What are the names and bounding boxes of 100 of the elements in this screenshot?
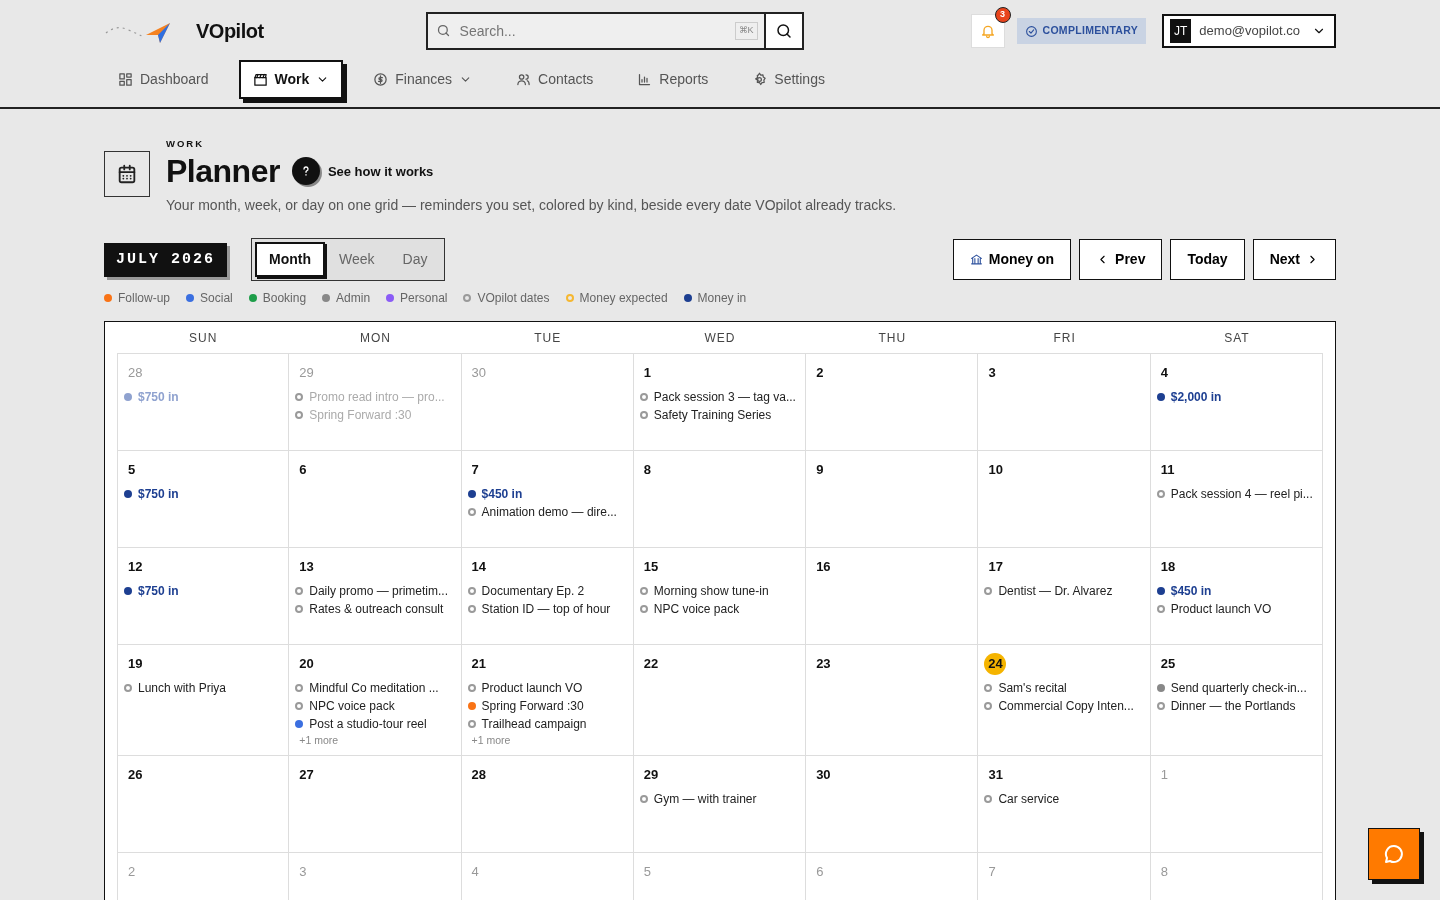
day-number: 5 bbox=[127, 461, 137, 480]
day-cell[interactable]: 4 $2,000 in bbox=[1150, 353, 1323, 451]
day-cell[interactable]: 24 Sam's recital Commercial Copy Inten... bbox=[978, 644, 1151, 755]
day-cell[interactable]: 3 bbox=[978, 353, 1151, 451]
event-item[interactable]: Pack session 4 — reel pi... bbox=[1156, 485, 1316, 504]
event-item[interactable]: Trailhead campaign bbox=[467, 715, 627, 734]
day-cell[interactable]: 6 bbox=[289, 450, 462, 548]
event-item[interactable]: Pack session 3 — tag va... bbox=[639, 388, 800, 407]
view-tab[interactable]: Month bbox=[255, 242, 325, 278]
calendar-button[interactable]: Money on bbox=[952, 239, 1072, 281]
nav-tab[interactable]: Settings bbox=[738, 60, 839, 99]
calendar-button[interactable]: Prev bbox=[1079, 239, 1163, 281]
day-cell[interactable]: 8 bbox=[633, 450, 807, 548]
section-label: WORK bbox=[166, 137, 206, 151]
day-cell[interactable]: 2 bbox=[806, 353, 979, 451]
event-item[interactable]: Commercial Copy Inten... bbox=[984, 697, 1144, 716]
day-cell[interactable]: 13 Daily promo — primetim... Rates & outreach consult bbox=[289, 547, 462, 645]
day-number: 29 bbox=[642, 766, 660, 784]
event-item[interactable]: Dentist — Dr. Alvarez bbox=[984, 582, 1144, 601]
event-item[interactable]: Gym — with trainer bbox=[639, 790, 800, 808]
day-number: 3 bbox=[298, 863, 308, 881]
calendar-button[interactable]: Next bbox=[1252, 239, 1336, 281]
month-label: JULY 2026 bbox=[104, 242, 227, 277]
day-cell[interactable]: 30 bbox=[806, 755, 979, 852]
day-number: 19 bbox=[127, 655, 144, 674]
day-cell[interactable]: 26 bbox=[117, 755, 290, 852]
day-cell[interactable]: 20 Mindful Co meditation ... NPC voice pack Post a studio-tour reel +1 more bbox=[289, 644, 462, 755]
event-item[interactable]: Safety Training Series bbox=[639, 406, 800, 425]
check-circle-icon bbox=[1024, 24, 1038, 38]
nav-tab[interactable]: Reports bbox=[623, 60, 723, 99]
event-item[interactable]: Spring Forward :30 bbox=[467, 697, 627, 716]
search-button[interactable] bbox=[765, 12, 804, 50]
day-cell[interactable]: 28 bbox=[461, 755, 634, 852]
event-item[interactable]: Animation demo — dire... bbox=[467, 503, 627, 522]
event-item[interactable]: Lunch with Priya bbox=[124, 679, 283, 698]
event-item[interactable]: $450 in bbox=[1156, 582, 1316, 601]
day-cell[interactable]: 23 bbox=[806, 644, 979, 755]
day-number: 3 bbox=[987, 364, 997, 383]
more-link[interactable]: +1 more bbox=[467, 733, 627, 749]
event-item[interactable]: Product launch VO bbox=[467, 679, 627, 698]
calendar-icon bbox=[116, 163, 138, 185]
logo-text[interactable]: VOpilot bbox=[196, 16, 264, 46]
event-item[interactable]: Sam's recital bbox=[984, 679, 1144, 698]
day-cell[interactable]: 18 $450 in Product launch VO bbox=[1150, 547, 1323, 645]
calendar-button[interactable]: Today bbox=[1170, 239, 1245, 281]
day-cell[interactable]: 10 bbox=[978, 450, 1151, 548]
day-cell[interactable]: 12 $750 in bbox=[117, 547, 290, 645]
event-item[interactable]: Station ID — top of hour bbox=[467, 600, 627, 619]
day-cell[interactable]: 21 Product launch VO Spring Forward :30 Trailhead campaign +1 more bbox=[461, 644, 634, 755]
day-cell[interactable]: 29 Gym — with trainer bbox=[633, 755, 807, 852]
event-item[interactable]: Documentary Ep. 2 bbox=[467, 582, 627, 601]
event-item[interactable]: Dinner — the Portlands bbox=[1156, 697, 1316, 716]
event-item[interactable]: Mindful Co meditation ... bbox=[295, 679, 455, 698]
event-item[interactable]: Morning show tune-in bbox=[639, 582, 800, 601]
day-cell[interactable]: 7 $450 in Animation demo — dire... bbox=[461, 450, 634, 548]
day-cell[interactable]: 22 bbox=[633, 644, 807, 755]
day-cell[interactable]: 15 Morning show tune-in NPC voice pack bbox=[633, 547, 807, 645]
event-item[interactable]: NPC voice pack bbox=[639, 600, 800, 619]
event-item[interactable]: Car service bbox=[984, 790, 1144, 808]
legend-label: Booking bbox=[262, 290, 307, 308]
event-item[interactable]: Rates & outreach consult bbox=[295, 600, 455, 619]
nav-tab[interactable]: Finances bbox=[359, 60, 487, 99]
nav-tab[interactable]: Contacts bbox=[502, 60, 608, 99]
weekday-label: SAT bbox=[1223, 330, 1251, 348]
day-number: 6 bbox=[815, 863, 825, 881]
day-cell[interactable]: 16 bbox=[806, 547, 979, 645]
help-link[interactable]: See how it works bbox=[327, 161, 434, 181]
day-cell[interactable]: 5 $750 in bbox=[117, 450, 290, 548]
more-link[interactable]: +1 more bbox=[295, 733, 455, 749]
view-tab[interactable]: Day bbox=[388, 242, 442, 278]
event-item[interactable]: $2,000 in bbox=[1156, 388, 1316, 407]
event-item[interactable]: Product launch VO bbox=[1156, 600, 1316, 619]
account-button[interactable]: JT demo@vopilot.co bbox=[1162, 14, 1336, 48]
weekday-label: SUN bbox=[187, 330, 219, 348]
event-item[interactable]: Post a studio-tour reel bbox=[295, 715, 455, 734]
help-button[interactable] bbox=[291, 157, 320, 186]
event-item[interactable]: Daily promo — primetim... bbox=[295, 582, 455, 601]
bar-chart-icon bbox=[637, 72, 653, 87]
view-tab[interactable]: Week bbox=[325, 242, 389, 278]
day-number: 23 bbox=[815, 655, 832, 674]
day-cell[interactable]: 9 bbox=[806, 450, 979, 548]
day-cell[interactable]: 19 Lunch with Priya bbox=[117, 644, 290, 755]
day-cell[interactable]: 1 Pack session 3 — tag va... Safety Training Series bbox=[633, 353, 807, 451]
day-number: 28 bbox=[127, 364, 144, 383]
day-cell[interactable]: 14 Documentary Ep. 2 Station ID — top of hour bbox=[461, 547, 634, 645]
day-cell[interactable]: 31 Car service bbox=[978, 755, 1151, 852]
event-item[interactable]: $450 in bbox=[467, 485, 627, 504]
plan-label: COMPLIMENTARY bbox=[1042, 23, 1138, 39]
day-number: 24 bbox=[984, 653, 1007, 676]
event-item[interactable]: $750 in bbox=[124, 582, 283, 601]
page-title: Planner bbox=[166, 155, 280, 188]
day-cell[interactable]: 17 Dentist — Dr. Alvarez bbox=[978, 547, 1151, 645]
day-cell[interactable]: 25 Send quarterly check-in... Dinner — the Portlands bbox=[1150, 644, 1323, 755]
day-cell[interactable]: 11 Pack session 4 — reel pi... bbox=[1150, 450, 1323, 548]
event-item[interactable]: NPC voice pack bbox=[295, 697, 455, 716]
clapperboard-icon bbox=[252, 72, 268, 87]
event-item[interactable]: Send quarterly check-in... bbox=[1156, 679, 1316, 698]
day-cell[interactable]: 27 bbox=[289, 755, 462, 852]
nav-tab[interactable]: Dashboard bbox=[104, 60, 223, 99]
event-item[interactable]: $750 in bbox=[124, 485, 283, 504]
